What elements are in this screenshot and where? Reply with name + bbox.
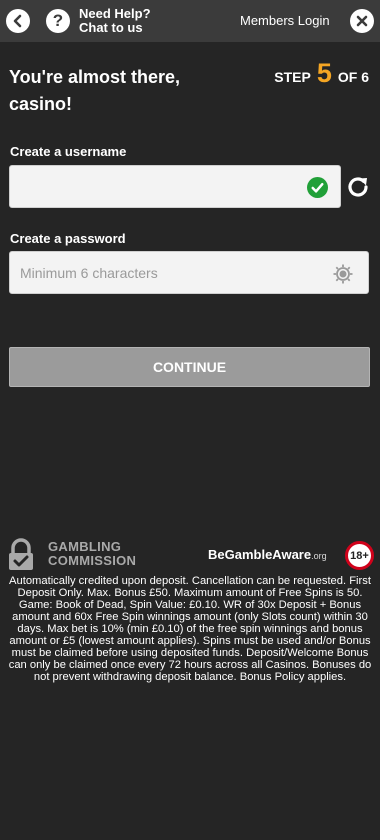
step-number: 5 xyxy=(316,58,332,88)
page-title: You're almost there, casino! xyxy=(9,64,239,118)
begambleaware-text: BeGambleAware xyxy=(208,547,312,562)
gc-line2: COMMISSION xyxy=(48,553,137,568)
headline-line1: You're almost there, xyxy=(9,67,180,87)
members-login-link[interactable]: Members Login xyxy=(240,13,330,28)
help-chat-link[interactable]: Need Help? Chat to us xyxy=(79,7,151,35)
top-bar: ? Need Help? Chat to us Members Login xyxy=(0,0,380,42)
username-label: Create a username xyxy=(10,144,127,159)
step-indicator: STEP 5 OF 6 xyxy=(274,58,369,89)
question-icon: ? xyxy=(52,11,64,30)
padlock-icon xyxy=(9,538,33,570)
check-circle-icon xyxy=(307,177,328,198)
help-chat-button[interactable]: ? xyxy=(46,9,70,33)
close-button[interactable] xyxy=(350,9,374,33)
password-field-wrapper xyxy=(9,251,369,294)
bonus-terms-text: Automatically credited upon deposit. Can… xyxy=(8,575,372,683)
step-suffix: OF 6 xyxy=(337,69,369,85)
begambleaware-suffix: .org xyxy=(311,551,327,561)
refresh-icon[interactable] xyxy=(345,174,371,200)
age-restriction-badge: 18+ xyxy=(345,541,374,570)
help-line2: Chat to us xyxy=(79,20,143,35)
password-input[interactable] xyxy=(10,252,368,293)
password-label: Create a password xyxy=(10,231,126,246)
gambling-commission-logo[interactable]: GAMBLING COMMISSION xyxy=(48,540,136,568)
begambleaware-logo[interactable]: BeGambleAware.org xyxy=(208,547,327,562)
chevron-left-icon xyxy=(13,14,22,28)
username-input[interactable] xyxy=(10,166,340,207)
gc-line1: GAMBLING xyxy=(48,539,122,554)
close-icon xyxy=(356,15,368,27)
username-field-wrapper xyxy=(9,165,341,208)
back-button[interactable] xyxy=(6,9,30,33)
continue-button[interactable]: CONTINUE xyxy=(9,347,370,387)
step-prefix: STEP xyxy=(274,69,311,85)
headline-line2: casino! xyxy=(9,94,73,114)
help-line1: Need Help? xyxy=(79,6,151,21)
eye-icon[interactable] xyxy=(332,263,354,285)
